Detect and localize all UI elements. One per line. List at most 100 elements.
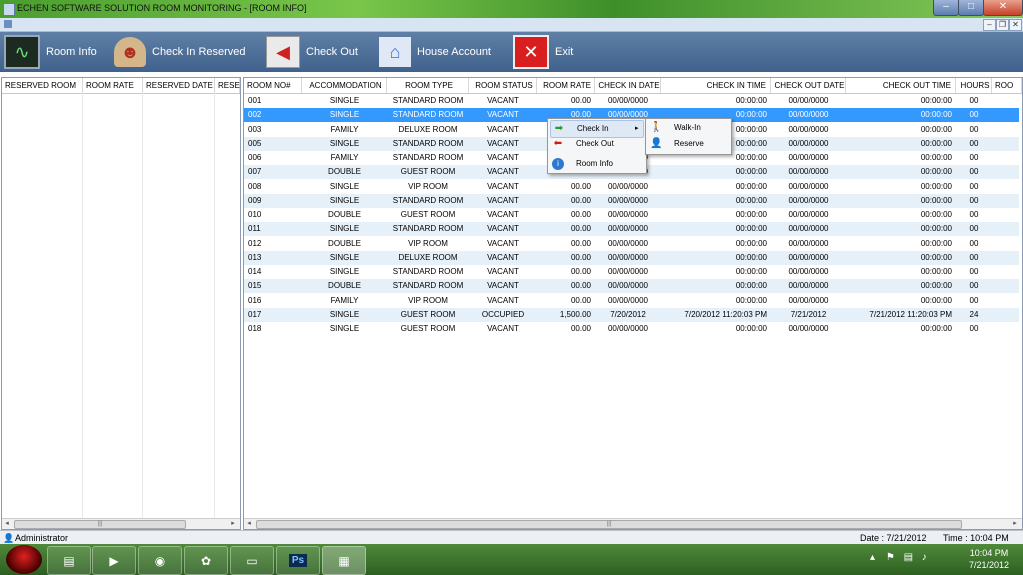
volume-icon[interactable]: ♪: [922, 552, 927, 563]
photoshop-icon[interactable]: Ps: [276, 546, 320, 575]
cell-room-status: VACANT: [487, 281, 519, 291]
table-row[interactable]: 001 SINGLE STANDARD ROOM VACANT 00.00 00/00/0…: [244, 94, 1019, 108]
close-window-button[interactable]: ✕: [983, 0, 1023, 16]
left-horizontal-scrollbar[interactable]: ◂ ||| ▸: [2, 518, 240, 529]
cell-accommodation: FAMILY: [330, 153, 359, 162]
col-check-out-time[interactable]: CHECK OUT TIME: [846, 78, 956, 93]
col-room-no[interactable]: ROOM NO#: [244, 78, 302, 93]
col-check-in-time[interactable]: CHECK IN TIME: [661, 78, 771, 93]
col-rese[interactable]: RESE: [215, 78, 240, 93]
cell-room-no: 006: [248, 153, 262, 162]
table-row[interactable]: 018 SINGLE GUEST ROOM VACANT 00.00 00/00/0000…: [244, 322, 1019, 336]
col-reserved-date[interactable]: RESERVED DATE: [143, 78, 215, 93]
scroll-thumb[interactable]: |||: [14, 520, 186, 529]
cell-check-in-time: 00:00:00: [735, 167, 767, 177]
cell-accommodation: DOUBLE: [328, 281, 361, 291]
cell-room-rate: 00.00: [570, 295, 591, 305]
house-account-button[interactable]: ⌂ House Account: [379, 34, 491, 70]
chrome-icon[interactable]: ◉: [138, 546, 182, 575]
system-tray: ▴ ⚑ ▤ ♪: [870, 552, 927, 563]
cell-room-status: VACANT: [487, 324, 519, 333]
media-player-icon[interactable]: ▶: [92, 546, 136, 575]
child-window-icon: [4, 20, 12, 28]
check-out-label: Check Out: [306, 46, 358, 58]
cell-room-status: VACANT: [487, 153, 519, 162]
child-restore-button[interactable]: ❐: [996, 19, 1009, 31]
submenu-item-walk-in-label: Walk-In: [674, 123, 701, 132]
context-menu: ➡ Check In ▸ ⬅ Check Out i Room Info: [547, 118, 647, 174]
right-horizontal-scrollbar[interactable]: ◂ ||| ▸: [244, 518, 1022, 529]
table-row[interactable]: 012 DOUBLE VIP ROOM VACANT 00.00 00/00/0000 00…: [244, 237, 1019, 251]
child-close-button[interactable]: ✕: [1009, 19, 1022, 31]
cell-room-no: 012: [248, 238, 262, 248]
column-divider: [142, 93, 143, 519]
table-row[interactable]: 014 SINGLE STANDARD ROOM VACANT 00.00 00/00/0…: [244, 265, 1019, 279]
network-icon[interactable]: ▤: [904, 552, 913, 563]
cell-hours: 00: [969, 252, 979, 262]
col-roo[interactable]: ROO: [992, 78, 1022, 93]
minimize-button[interactable]: –: [933, 0, 959, 16]
check-out-button[interactable]: ◀ Check Out: [266, 34, 358, 70]
col-room-rate[interactable]: ROOM RATE: [537, 78, 595, 93]
scroll-right-arrow[interactable]: ▸: [228, 519, 238, 529]
table-row[interactable]: 010 DOUBLE GUEST ROOM VACANT 00.00 00/00/0000…: [244, 208, 1019, 222]
flag-icon[interactable]: ⚑: [886, 552, 895, 563]
explorer-icon[interactable]: ▤: [47, 546, 91, 575]
cell-hours: 00: [969, 181, 979, 191]
cell-hours: 00: [969, 195, 979, 205]
scroll-left-arrow[interactable]: ◂: [244, 519, 254, 529]
table-row[interactable]: 009 SINGLE STANDARD ROOM VACANT 00.00 00/00/0…: [244, 193, 1019, 208]
table-row[interactable]: 017 SINGLE GUEST ROOM OCCUPIED 1,500.00 7/20/…: [244, 307, 1019, 322]
table-row[interactable]: 016 FAMILY VIP ROOM VACANT 00.00 00/00/0000 00…: [244, 294, 1019, 308]
col-accommodation[interactable]: ACCOMMODATION: [302, 78, 387, 93]
table-row[interactable]: 011 SINGLE STANDARD ROOM VACANT 00.00 00/00/0…: [244, 222, 1019, 237]
taskbar-clock[interactable]: 10:04 PM 7/21/2012: [960, 547, 1018, 571]
col-check-out-date[interactable]: CHECK OUT DATE: [771, 78, 846, 93]
cell-room-status: VACANT: [487, 210, 519, 219]
col-room-type[interactable]: ROOM TYPE: [387, 78, 469, 93]
cell-check-out-time: 00:00:00: [920, 153, 952, 162]
reserved-rooms-grid[interactable]: RESERVED ROOM ROOM RATE RESERVED DATE RE…: [1, 77, 241, 530]
scroll-left-arrow[interactable]: ◂: [2, 519, 12, 529]
cell-room-rate: 00.00: [570, 96, 591, 105]
child-minimize-button[interactable]: –: [983, 19, 996, 31]
scroll-thumb[interactable]: |||: [256, 520, 962, 529]
cell-check-out-time: 00:00:00: [920, 210, 952, 219]
scroll-right-arrow[interactable]: ▸: [1010, 519, 1020, 529]
menu-item-room-info[interactable]: i Room Info: [550, 156, 642, 172]
cell-accommodation: FAMILY: [330, 295, 359, 305]
submenu-item-walk-in[interactable]: 🚶 Walk-In: [648, 120, 728, 136]
cell-check-in-time: 00:00:00: [735, 181, 767, 191]
door-exit-icon: ◀: [266, 36, 300, 68]
notepad-icon[interactable]: ▭: [230, 546, 274, 575]
exit-button[interactable]: ✕ Exit: [513, 34, 573, 70]
show-hidden-icons-icon[interactable]: ▴: [870, 552, 875, 563]
close-x-icon: ✕: [513, 35, 549, 69]
paint-icon[interactable]: ✿: [184, 546, 228, 575]
table-row[interactable]: 013 SINGLE DELUXE ROOM VACANT 00.00 00/00/000…: [244, 250, 1019, 265]
col-hours[interactable]: HOURS: [956, 78, 992, 93]
window-title-bar: ECHEN SOFTWARE SOLUTION ROOM MONITORING …: [0, 0, 1023, 18]
cell-room-status: VACANT: [487, 195, 519, 205]
photoshop-label: Ps: [288, 554, 308, 567]
col-check-in-date[interactable]: CHECK IN DATE: [595, 78, 661, 93]
submenu-item-reserve[interactable]: 👤 Reserve: [648, 136, 728, 152]
maximize-button[interactable]: □: [958, 0, 984, 16]
col-room-rate[interactable]: ROOM RATE: [83, 78, 143, 93]
room-monitor-app-icon[interactable]: ▦: [322, 546, 366, 575]
cell-room-status: VACANT: [487, 124, 519, 134]
table-row[interactable]: 015 DOUBLE STANDARD ROOM VACANT 00.00 00/00/0…: [244, 279, 1019, 294]
table-row[interactable]: 008 SINGLE VIP ROOM VACANT 00.00 00/00/0000 00…: [244, 180, 1019, 194]
menu-item-check-out[interactable]: ⬅ Check Out: [550, 136, 642, 152]
col-reserved-room[interactable]: RESERVED ROOM: [2, 78, 83, 93]
room-info-button[interactable]: ∿ Room Info: [4, 34, 97, 70]
cell-check-out-time: 00:00:00: [920, 267, 952, 276]
cell-check-out-date: 00/00/0000: [788, 96, 829, 105]
cell-hours: 00: [969, 281, 979, 291]
start-button[interactable]: [6, 545, 42, 574]
cell-room-type: VIP ROOM: [408, 181, 448, 191]
cell-check-out-time: 00:00:00: [920, 167, 952, 177]
col-room-status[interactable]: ROOM STATUS: [469, 78, 537, 93]
check-in-reserved-button[interactable]: ☻ Check In Reserved: [114, 34, 246, 70]
cell-accommodation: SINGLE: [329, 309, 360, 319]
